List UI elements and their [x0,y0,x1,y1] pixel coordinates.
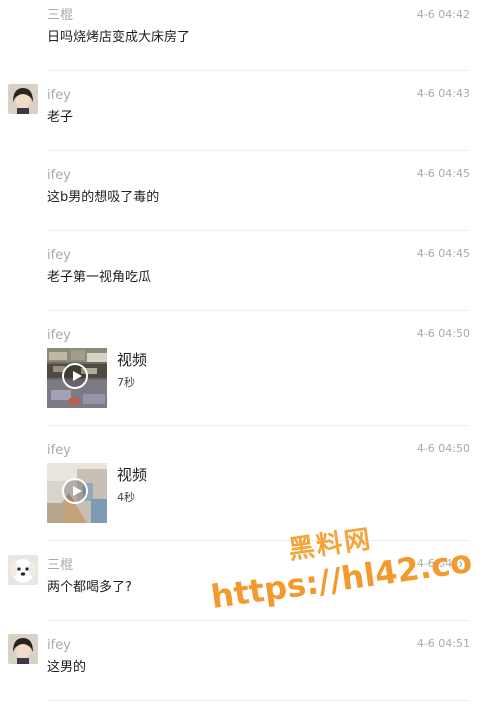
message-time: 4-6 04:50 [416,442,470,455]
chat-message: ifey 4-6 04:43 老子 [0,72,488,152]
dog-avatar-icon [8,555,38,585]
chat-message: 三棍 4-6 04:51 两个都喝多了? [0,542,488,622]
divider [47,310,470,311]
chat-message: ifey 4-6 04:50 视频 7秒 [0,312,488,427]
video-label: 视频 [117,466,148,484]
sender-name: ifey [47,248,71,263]
chat-message: ifey 4-6 04:51 这男的 [0,622,488,716]
divider [47,700,470,701]
video-thumbnail[interactable] [47,463,107,523]
video-thumbnail[interactable] [47,348,107,408]
user-avatar-icon [8,84,38,114]
message-time: 4-6 04:51 [416,557,470,570]
chat-message: ifey 4-6 04:45 老子第一视角吃瓜 [0,232,488,312]
play-icon[interactable] [62,363,88,389]
video-label: 视频 [117,351,148,369]
avatar[interactable] [8,634,38,664]
sender-name: ifey [47,328,71,343]
sender-name: 三棍 [47,558,74,573]
avatar[interactable] [8,555,38,585]
divider [47,540,470,541]
chat-message: ifey 4-6 04:45 这b男的想吸了毒的 [0,152,488,232]
message-time: 4-6 04:50 [416,327,470,340]
chat-message: 三棍 4-6 04:42 日吗烧烤店变成大床房了 [0,0,488,72]
avatar[interactable] [8,84,38,114]
message-text[interactable]: 这b男的想吸了毒的 [47,189,159,207]
message-text[interactable]: 两个都喝多了? [47,579,132,597]
message-text[interactable]: 老子第一视角吃瓜 [47,269,151,287]
divider [47,230,470,231]
message-text[interactable]: 日吗烧烤店变成大床房了 [47,29,190,47]
divider [47,150,470,151]
chat-message: ifey 4-6 04:50 视频 4秒 [0,427,488,542]
divider [47,425,470,426]
video-duration: 4秒 [117,491,135,504]
sender-name: ifey [47,88,71,103]
play-icon[interactable] [62,478,88,504]
video-duration: 7秒 [117,376,135,389]
message-time: 4-6 04:42 [416,8,470,21]
message-text[interactable]: 这男的 [47,659,86,677]
sender-name: ifey [47,638,71,653]
divider [47,620,470,621]
user-avatar-icon [8,634,38,664]
divider [47,70,470,71]
message-time: 4-6 04:45 [416,167,470,180]
message-text[interactable]: 老子 [47,109,73,127]
message-time: 4-6 04:45 [416,247,470,260]
sender-name: ifey [47,443,71,458]
chat-history: 三棍 4-6 04:42 日吗烧烤店变成大床房了 ifey 4-6 04:43 … [0,0,488,716]
message-time: 4-6 04:43 [416,87,470,100]
message-time: 4-6 04:51 [416,637,470,650]
sender-name: 三棍 [47,8,74,23]
sender-name: ifey [47,168,71,183]
